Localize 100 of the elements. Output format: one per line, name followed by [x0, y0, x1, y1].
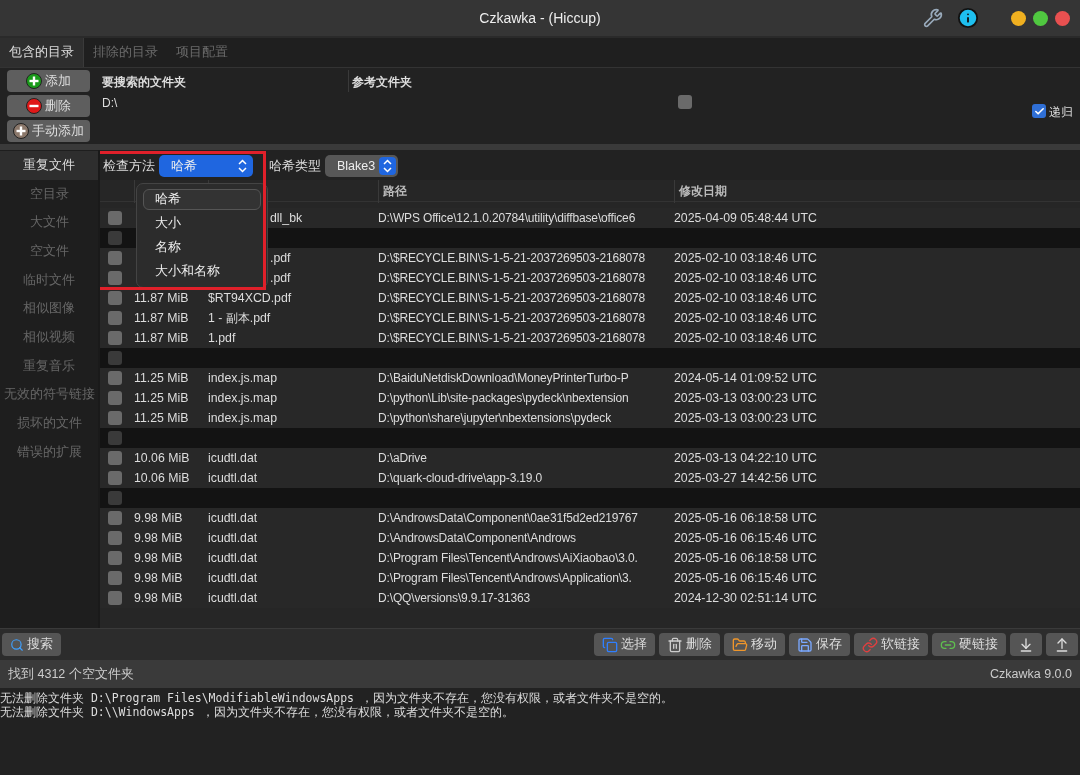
action-button[interactable]: 保存 — [789, 633, 850, 656]
hash-type-select[interactable]: Blake3 — [325, 155, 398, 177]
tab[interactable]: 包含的目录 — [0, 38, 84, 67]
checkbox[interactable] — [108, 311, 122, 325]
date-cell-text: 2025-03-27 14:42:56 UTC — [674, 471, 818, 485]
checkbox[interactable] — [108, 431, 122, 445]
plus-circle-icon — [13, 123, 29, 139]
date-cell-text: 2025-05-16 06:15:46 UTC — [674, 571, 818, 585]
action-button[interactable]: 选择 — [594, 633, 655, 656]
minimize-button[interactable] — [1011, 10, 1026, 26]
sidebar-item[interactable]: 空文件 — [0, 237, 98, 266]
tools-icon[interactable] — [923, 8, 943, 28]
checkbox[interactable] — [108, 371, 122, 385]
date-cell-text: 2025-02-10 03:18:46 UTC — [674, 291, 818, 305]
checkbox[interactable] — [108, 591, 122, 605]
action-button[interactable]: 移动 — [724, 633, 785, 656]
tab[interactable]: 项目配置 — [167, 38, 237, 67]
link-icon — [862, 636, 878, 653]
checkbox[interactable] — [108, 571, 122, 585]
checkbox[interactable] — [108, 471, 122, 485]
path-cell-text: D:\BaiduNetdiskDownload\MoneyPrinterTurbo-P — [378, 371, 630, 385]
checkbox[interactable] — [108, 551, 122, 565]
menu-option[interactable]: 大小和名称 — [143, 261, 261, 282]
sidebar-item[interactable]: 重复音乐 — [0, 351, 98, 381]
icon-button[interactable] — [1010, 633, 1042, 656]
action-button[interactable]: 删除 — [659, 633, 720, 656]
checkbox[interactable] — [108, 271, 122, 285]
checkbox[interactable] — [108, 291, 122, 305]
date-cell-text: 2024-12-30 02:51:14 UTC — [674, 591, 818, 605]
copy-icon — [602, 636, 618, 653]
size-cell-text: 10.06 MiB — [134, 471, 191, 485]
file-name-cell: dll_bk — [270, 211, 303, 225]
size-cell-text: 9.98 MiB — [134, 531, 184, 545]
file-name-cell: index.js.map — [208, 371, 278, 385]
column-header[interactable]: 路径 — [378, 180, 674, 203]
icon-button[interactable] — [1046, 633, 1078, 656]
sidebar-item[interactable]: 重复文件 — [0, 151, 98, 180]
size-cell-text: 11.25 MiB — [134, 411, 190, 425]
checkbox[interactable] — [108, 451, 122, 465]
menu-option[interactable]: 哈希 — [143, 189, 261, 210]
checkbox[interactable] — [108, 251, 122, 265]
path-cell-text: D:\$RECYCLE.BIN\S-1-5-21-2037269503-2168078 — [378, 331, 647, 345]
close-button[interactable] — [1055, 10, 1070, 26]
file-name-cell: icudtl.dat — [208, 551, 258, 565]
checkbox[interactable] — [678, 95, 692, 109]
file-name-cell: icudtl.dat — [208, 451, 258, 465]
tab[interactable]: 排除的目录 — [84, 38, 167, 67]
menu-option[interactable]: 大小 — [143, 213, 261, 234]
action-button[interactable]: 软链接 — [854, 633, 928, 656]
checkbox[interactable] — [108, 391, 122, 405]
date-cell-text: 2025-05-16 06:18:58 UTC — [674, 551, 818, 565]
sidebar-item[interactable]: 损坏的文件 — [0, 409, 98, 438]
size-cell-text: 9.98 MiB — [134, 571, 184, 585]
checkbox[interactable] — [108, 331, 122, 345]
sidebar-item[interactable]: 无效的符号链接 — [0, 380, 98, 410]
date-cell-text: 2025-04-09 05:48:44 UTC — [674, 211, 818, 225]
checkbox[interactable] — [108, 491, 122, 505]
search-button[interactable]: 搜索 — [2, 633, 61, 656]
checkbox[interactable] — [108, 231, 122, 245]
sidebar-item[interactable]: 临时文件 — [0, 265, 98, 295]
action-button[interactable]: 硬链接 — [932, 633, 1006, 656]
column-header: 要搜索的文件夹 — [101, 74, 187, 91]
size-cell-text: 11.25 MiB — [134, 391, 190, 405]
maximize-button[interactable] — [1033, 10, 1048, 26]
checkbox[interactable] — [108, 211, 122, 225]
checkbox[interactable] — [108, 531, 122, 545]
trash-icon — [667, 636, 683, 653]
date-cell-text: 2025-05-16 06:18:58 UTC — [674, 511, 818, 525]
sidebar-item[interactable]: 大文件 — [0, 208, 98, 238]
size-cell-text: 10.06 MiB — [134, 451, 191, 465]
date-cell-text: 2025-03-13 03:00:23 UTC — [674, 391, 818, 405]
date-cell-text: 2025-05-16 06:15:46 UTC — [674, 531, 818, 545]
arrow-down-icon — [1018, 636, 1034, 653]
path-cell-text: D:\Program Files\Tencent\Androws\Application\3. — [378, 571, 633, 585]
menu-option[interactable]: 名称 — [143, 237, 261, 258]
checkbox[interactable] — [1032, 104, 1046, 118]
sidebar-item[interactable]: 错误的扩展 — [0, 437, 98, 467]
info-icon[interactable] — [957, 7, 979, 29]
sidebar-item[interactable]: 相似图像 — [0, 294, 98, 324]
file-name-cell: 1.pdf — [208, 331, 236, 345]
directory-button[interactable]: 添加 — [7, 70, 90, 92]
sidebar-item[interactable]: 空目录 — [0, 179, 98, 209]
method-select[interactable]: 哈希 — [159, 155, 253, 177]
version-label: Czkawka 9.0.0 — [990, 667, 1072, 681]
date-cell-text: 2025-02-10 03:18:46 UTC — [674, 311, 818, 325]
checkbox[interactable] — [108, 351, 122, 365]
search-icon — [10, 637, 24, 652]
directory-button[interactable]: 删除 — [7, 95, 90, 117]
path-cell-text: D:\$RECYCLE.BIN\S-1-5-21-2037269503-2168078 — [378, 271, 647, 285]
log-line: 无法删除文件夹 D:\Program Files\ModifiableWindowsApps ，因为文件夹不存在，您没有权限，或者文件夹不是空的。 — [0, 691, 674, 705]
directory-button[interactable]: 手动添加 — [7, 120, 90, 142]
folder-path[interactable]: D:\ — [100, 92, 348, 114]
size-cell-text: 9.98 MiB — [134, 511, 184, 525]
column-header[interactable]: 修改日期 — [674, 180, 1080, 203]
path-cell-text: D:\$RECYCLE.BIN\S-1-5-21-2037269503-2168078 — [378, 251, 647, 265]
sidebar-item[interactable]: 相似视频 — [0, 323, 98, 352]
checkbox[interactable] — [108, 511, 122, 525]
checkbox[interactable] — [108, 411, 122, 425]
size-cell-text: 9.98 MiB — [134, 551, 184, 565]
path-cell-text: D:\AndrowsData\Component\0ae31f5d2ed219767 — [378, 511, 639, 525]
